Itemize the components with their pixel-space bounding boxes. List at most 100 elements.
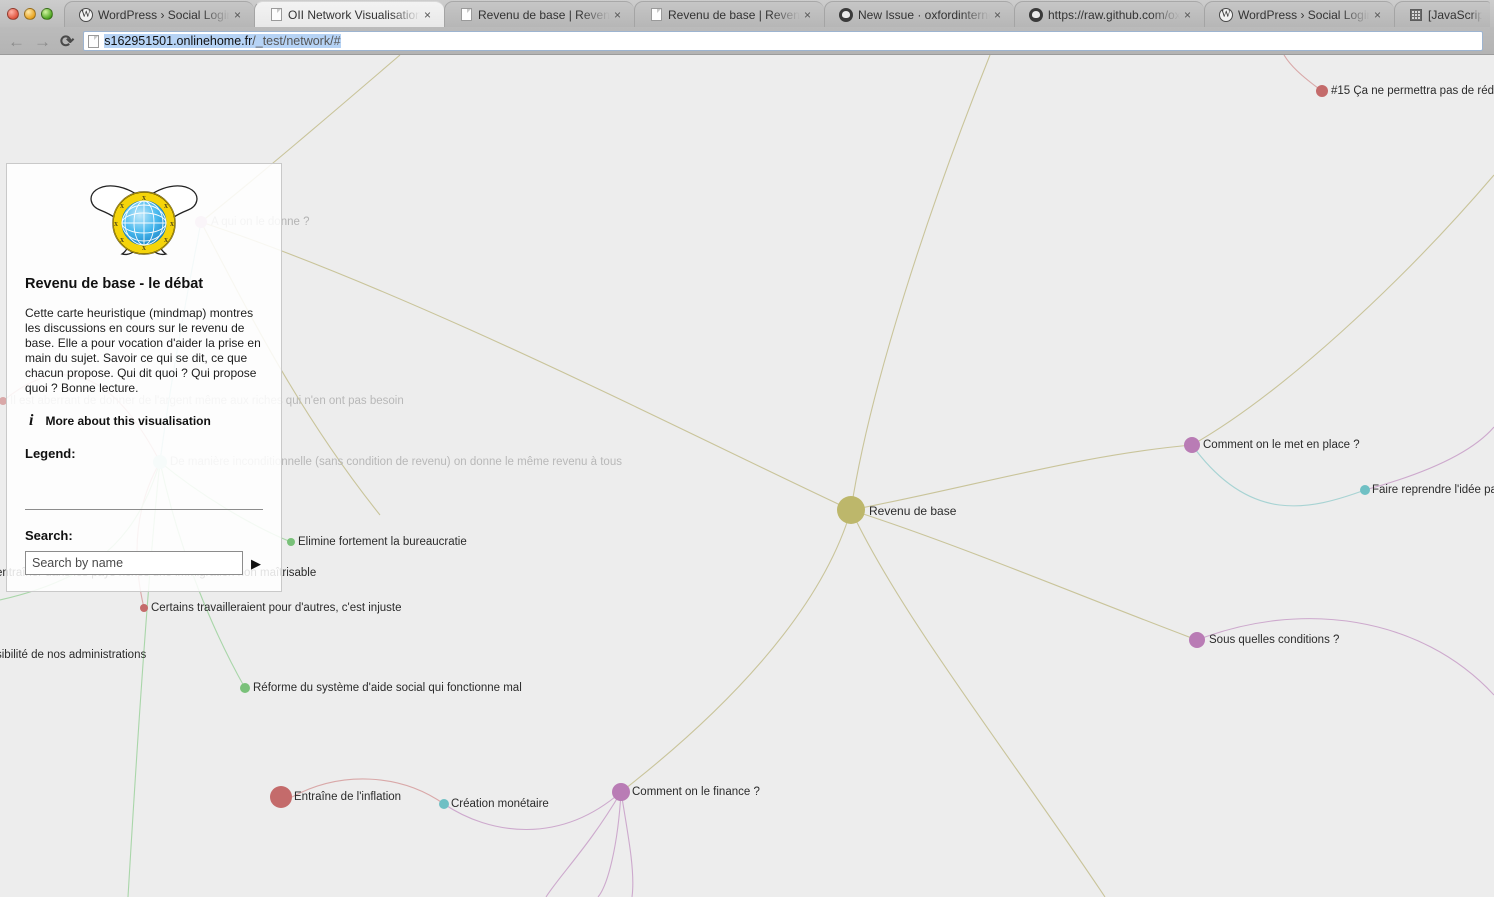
svg-text:x: x	[164, 201, 168, 210]
close-tab-icon[interactable]: ×	[424, 9, 436, 21]
node-certains-travailleraient[interactable]	[140, 604, 148, 612]
tab-title: [JavaScript]	[1428, 7, 1482, 22]
url-path: /_test/network/#	[252, 34, 341, 48]
browser-tab-4[interactable]: Revenu de base | Revenu d ×	[634, 1, 824, 27]
legend-list	[25, 469, 263, 495]
javascript-icon	[1409, 8, 1423, 22]
browser-tab-7[interactable]: W WordPress › Social Login, S ×	[1204, 1, 1394, 27]
wordpress-icon: W	[79, 7, 93, 22]
node-creation-monetaire[interactable]	[439, 799, 449, 809]
search-input[interactable]	[25, 551, 243, 575]
tab-title: Revenu de base | Revenu d	[478, 7, 610, 22]
node-label-faire-reprendre-idee[interactable]: Faire reprendre l'idée par le	[1372, 484, 1494, 497]
node-reforme-aide-social[interactable]	[240, 683, 250, 693]
panel-title: Revenu de base - le débat	[25, 276, 204, 292]
panel-description: Cette carte heuristique (mindmap) montre…	[25, 306, 261, 395]
browser-toolbar: ← → ⟳ s162951501.onlinehome.fr/_test/net…	[0, 27, 1494, 55]
browser-tab-2[interactable]: OII Network Visualisation D ×	[254, 1, 444, 27]
wordpress-icon: W	[1219, 7, 1233, 22]
close-window-button[interactable]	[7, 7, 19, 20]
panel-divider	[25, 509, 263, 510]
oii-logo: x x x x x x x x	[90, 185, 198, 256]
github-icon	[1029, 7, 1043, 22]
legend-heading: Legend:	[25, 446, 76, 461]
svg-text:x: x	[114, 219, 118, 228]
page-icon	[88, 34, 100, 48]
page-icon	[269, 8, 283, 22]
tab-title: WordPress › Social Login, S	[98, 7, 230, 22]
tab-title: New Issue · oxfordinternet	[858, 7, 990, 22]
edge-finance-down-a	[597, 791, 622, 897]
github-icon	[839, 7, 853, 22]
svg-text:x: x	[164, 235, 168, 244]
forward-icon[interactable]: →	[34, 33, 51, 50]
node-label-certains-travailleraient[interactable]: Certains travailleraient pour d'autres, …	[151, 602, 401, 615]
node-label-creation-monetaire[interactable]: Création monétaire	[451, 798, 549, 811]
address-bar-url: s162951501.onlinehome.fr/_test/network/#	[104, 34, 341, 48]
node-comment-on-le-met-en-place[interactable]	[1184, 437, 1200, 453]
browser-tab-8[interactable]: [JavaScript]	[1394, 1, 1490, 27]
node-label-sous-quelles-conditions[interactable]: Sous quelles conditions ?	[1209, 634, 1339, 647]
browser-tab-6[interactable]: https://raw.github.com/ox ×	[1014, 1, 1204, 27]
close-tab-icon[interactable]: ×	[614, 9, 626, 21]
edge-finance-down-c	[545, 791, 622, 897]
close-tab-icon[interactable]: ×	[804, 9, 816, 21]
zoom-window-button[interactable]	[41, 7, 53, 20]
close-tab-icon[interactable]: ×	[994, 9, 1006, 21]
browser-chrome: W WordPress › Social Login, S × OII Netw…	[0, 0, 1494, 55]
edge-finance-down-b	[620, 791, 634, 897]
edge-center-to-comment-on-le-finance	[620, 509, 852, 793]
edge-met-en-place-to-faire-reprendre	[1191, 444, 1366, 507]
address-bar[interactable]: s162951501.onlinehome.fr/_test/network/#	[83, 31, 1484, 51]
node-ca-ne-permettra-pas[interactable]	[1316, 85, 1328, 97]
node-label-sibilite-administrations[interactable]: sibilité de nos administrations	[0, 649, 146, 662]
svg-text:x: x	[170, 219, 174, 228]
node-label-ca-ne-permettra-pas[interactable]: #15 Ça ne permettra pas de réduire	[1331, 85, 1494, 98]
tab-title: WordPress › Social Login, S	[1238, 7, 1370, 22]
minimize-window-button[interactable]	[24, 7, 36, 20]
search-heading: Search:	[25, 528, 73, 543]
node-sous-quelles-conditions[interactable]	[1189, 632, 1205, 648]
node-label-comment-on-le-finance[interactable]: Comment on le finance ?	[632, 786, 760, 799]
node-elimine-bureaucratie[interactable]	[287, 538, 295, 546]
info-icon: i	[29, 412, 34, 429]
reload-icon[interactable]: ⟳	[60, 33, 74, 50]
browser-tab-3[interactable]: Revenu de base | Revenu d ×	[444, 1, 634, 27]
info-panel: x x x x x x x x Revenu de base - le déba…	[6, 163, 282, 592]
node-revenu-de-base[interactable]	[837, 496, 865, 524]
node-label-elimine-bureaucratie[interactable]: Elimine fortement la bureaucratie	[298, 536, 467, 549]
edge-center-down-right	[850, 509, 1106, 897]
edge-center-to-sous-quelles-conditions	[850, 509, 1198, 641]
svg-text:x: x	[120, 201, 124, 210]
page-icon	[459, 8, 473, 22]
close-tab-icon[interactable]: ×	[1374, 9, 1386, 21]
tab-title: https://raw.github.com/ox	[1048, 7, 1180, 22]
edge-sous-quelles-conditions-outward	[1196, 618, 1494, 696]
edge-comment-met-en-place-outward	[1191, 174, 1494, 446]
search-row: ▶	[25, 551, 263, 575]
network-visualisation-canvas[interactable]: Revenu de base Comment on le met en plac…	[0, 55, 1494, 897]
edge-center-up	[850, 55, 991, 511]
edge-ca-ne-permettra-pas	[1283, 55, 1323, 92]
node-faire-reprendre-idee[interactable]	[1360, 485, 1370, 495]
tab-strip: W WordPress › Social Login, S × OII Netw…	[0, 0, 1494, 27]
node-label-entraine-inflation[interactable]: Entraîne de l'inflation	[294, 791, 401, 804]
tab-title: OII Network Visualisation D	[288, 7, 420, 22]
tab-title: Revenu de base | Revenu d	[668, 7, 800, 22]
browser-tab-1[interactable]: W WordPress › Social Login, S ×	[64, 1, 254, 27]
browser-tab-5[interactable]: New Issue · oxfordinternet ×	[824, 1, 1014, 27]
more-about-link[interactable]: More about this visualisation	[45, 414, 210, 428]
node-label-revenu-de-base[interactable]: Revenu de base	[869, 505, 956, 517]
back-icon[interactable]: ←	[8, 33, 25, 50]
node-entraine-inflation[interactable]	[270, 786, 292, 808]
close-tab-icon[interactable]: ×	[1184, 9, 1196, 21]
more-about-row[interactable]: i More about this visualisation	[25, 412, 263, 430]
close-tab-icon[interactable]: ×	[234, 9, 246, 21]
search-submit-button[interactable]: ▶	[251, 557, 261, 570]
edge-faire-reprendre-outward	[1364, 426, 1494, 491]
node-label-comment-on-le-met-en-place[interactable]: Comment on le met en place ?	[1203, 439, 1360, 452]
window-controls	[0, 0, 64, 27]
url-host: s162951501.onlinehome.fr	[104, 34, 253, 48]
node-comment-on-le-finance[interactable]	[612, 783, 630, 801]
node-label-reforme-aide-social[interactable]: Réforme du système d'aide social qui fon…	[253, 682, 522, 695]
